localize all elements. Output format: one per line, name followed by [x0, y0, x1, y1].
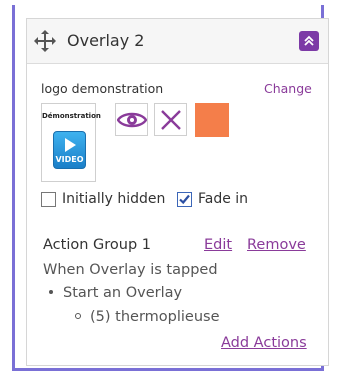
- fade-in-option[interactable]: Fade in: [177, 190, 248, 208]
- close-icon: [160, 109, 181, 130]
- overlay-title: Overlay 2: [67, 31, 145, 50]
- chevrons-up-icon: [304, 35, 314, 46]
- delete-button[interactable]: [154, 103, 187, 136]
- overlay-panel: Overlay 2 logo demonstration Change Démo…: [26, 18, 329, 366]
- action-label: Start an Overlay: [63, 285, 183, 301]
- remove-link[interactable]: Remove: [247, 237, 306, 253]
- logo-thumbnail[interactable]: Démonstration VIDEO: [41, 103, 101, 182]
- action-list-item: Start an Overlay: [49, 285, 182, 301]
- logo-name: logo demonstration: [41, 81, 164, 96]
- eye-icon: [116, 112, 147, 127]
- initially-hidden-label: Initially hidden: [62, 191, 166, 207]
- action-target-item: (5) thermoplieuse: [75, 309, 220, 325]
- checkmark-icon: [179, 194, 190, 204]
- action-target-label: (5) thermoplieuse: [90, 309, 220, 325]
- thumbnail-caption: Démonstration: [42, 112, 101, 120]
- video-badge: VIDEO: [55, 155, 84, 164]
- fade-in-label: Fade in: [198, 191, 249, 207]
- collapse-button[interactable]: [299, 31, 319, 51]
- video-play-icon: VIDEO: [53, 131, 86, 169]
- add-actions-link[interactable]: Add Actions: [221, 335, 307, 351]
- action-trigger: When Overlay is tapped: [43, 262, 218, 278]
- initially-hidden-checkbox[interactable]: [41, 191, 56, 207]
- initially-hidden-option[interactable]: Initially hidden: [41, 190, 165, 208]
- fade-in-checkbox[interactable]: [177, 191, 192, 207]
- edit-link[interactable]: Edit: [204, 237, 232, 253]
- visibility-button[interactable]: [115, 103, 148, 136]
- change-link[interactable]: Change: [264, 81, 312, 96]
- move-icon[interactable]: [33, 29, 57, 53]
- color-swatch[interactable]: [195, 103, 229, 137]
- panel-header: Overlay 2: [27, 19, 328, 64]
- action-group-title: Action Group 1: [43, 237, 151, 253]
